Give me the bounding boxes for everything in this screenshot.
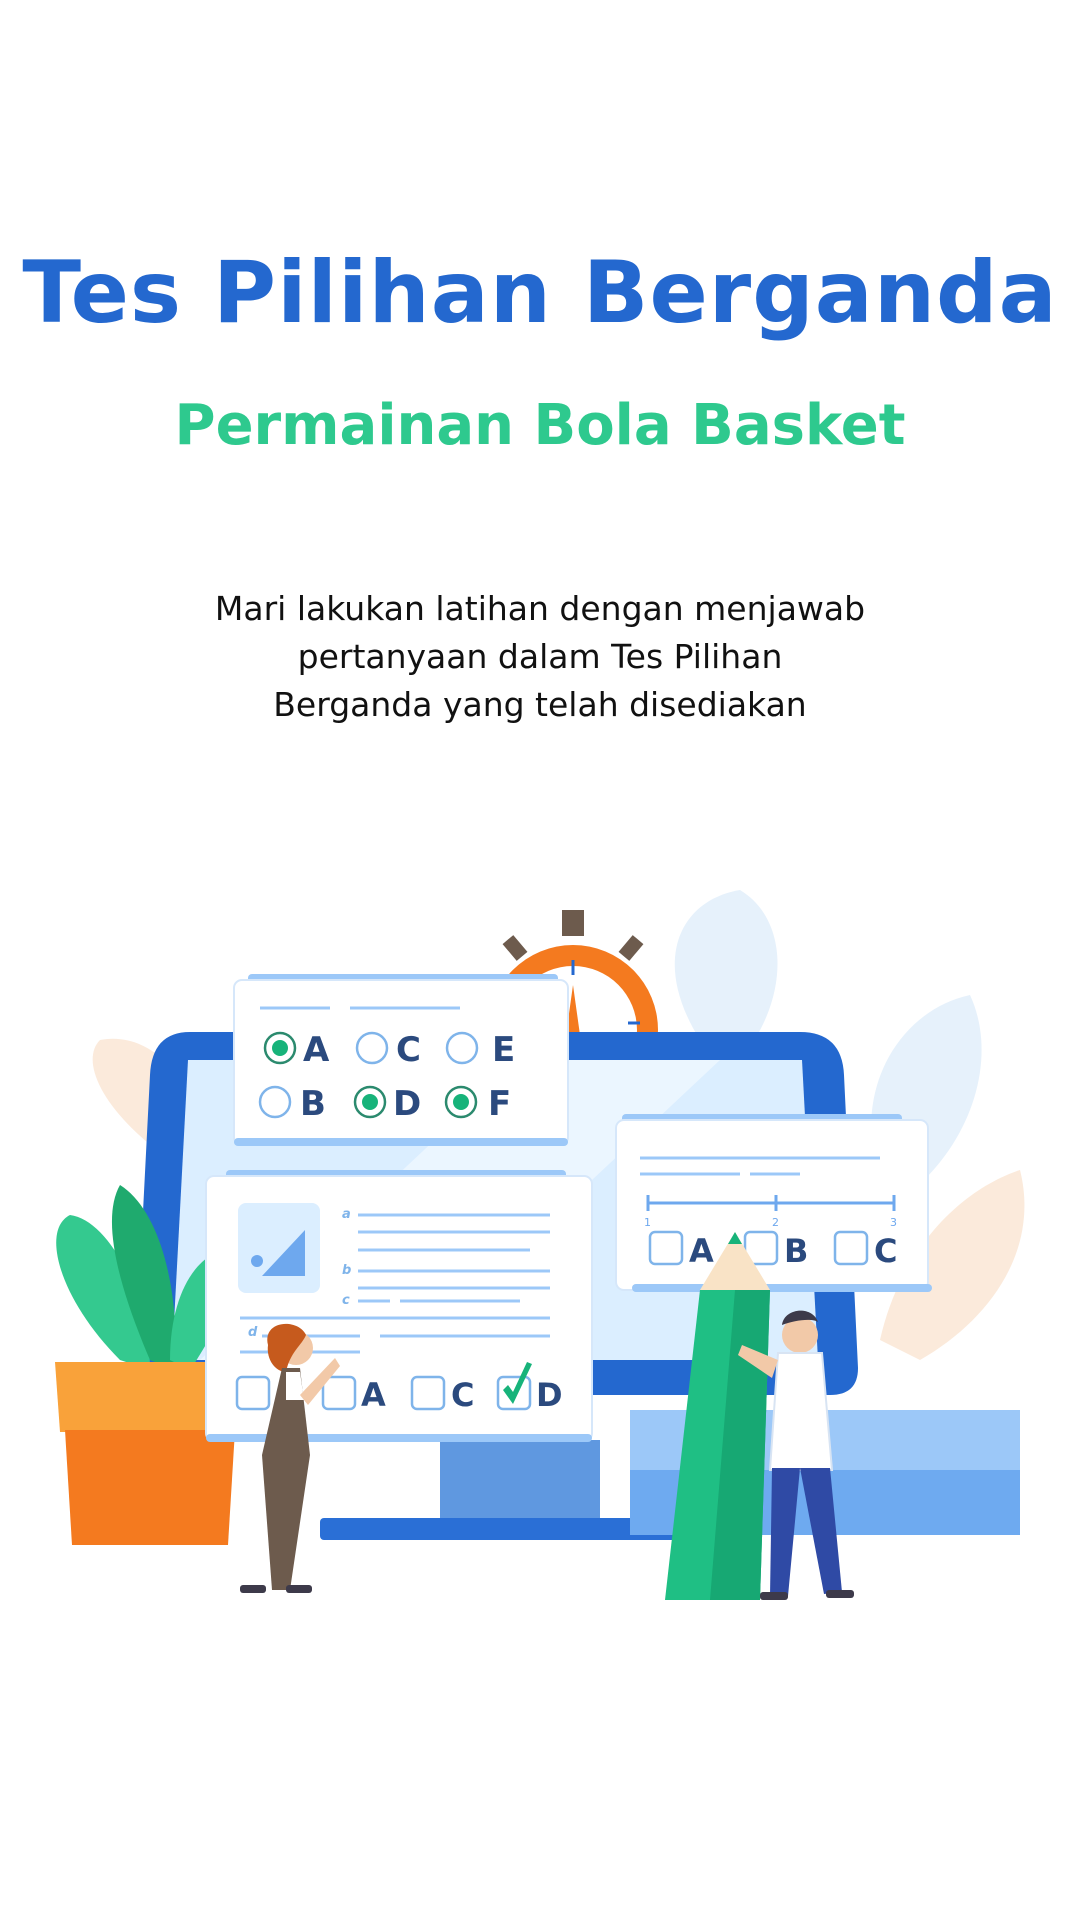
image-placeholder-icon: [238, 1203, 320, 1293]
radio-label-a: A: [303, 1030, 330, 1070]
intro-line-2: pertanyaan dalam Tes Pilihan: [297, 637, 783, 676]
row-label-a: a: [342, 1207, 351, 1222]
intro-line-1: Mari lakukan latihan dengan menjawab: [214, 589, 866, 628]
right-label-a: A: [689, 1232, 714, 1270]
right-label-c: C: [874, 1232, 897, 1270]
checkbox-blank[interactable]: [235, 1375, 271, 1411]
intro-screen: Tes Pilihan Berganda Permainan Bola Bask…: [0, 0, 1080, 1920]
radio-label-b: B: [300, 1084, 326, 1124]
intro-description: Mari lakukan latihan dengan menjawab per…: [190, 585, 890, 729]
page-title: Tes Pilihan Berganda: [22, 243, 1058, 343]
page-subtitle: Permainan Bola Basket: [174, 393, 906, 458]
radio-label-e: E: [492, 1030, 515, 1070]
scale-label-1: 1: [644, 1216, 651, 1229]
quiz-illustration: A C E B D F a b c d A C D 1 2 3 A B C: [55, 890, 1025, 1600]
radio-label-c: C: [396, 1030, 421, 1070]
right-card: 1 2 3 A B C: [615, 1114, 932, 1292]
checkbox-label-c: C: [451, 1376, 474, 1414]
row-label-d: d: [248, 1325, 258, 1340]
scale-label-2: 2: [772, 1216, 779, 1229]
radio-card: A C E B D F: [233, 974, 569, 1146]
right-label-b: B: [784, 1232, 808, 1270]
row-label-b: b: [342, 1263, 351, 1278]
scale-label-3: 3: [890, 1216, 897, 1229]
text-card: a b c d A C D: [205, 1170, 593, 1442]
checkbox-label-a: A: [361, 1376, 386, 1414]
row-label-c: c: [342, 1293, 350, 1308]
checkbox-option-c[interactable]: C: [410, 1375, 474, 1414]
checkbox-label-d: D: [536, 1376, 563, 1414]
checkbox-option-a[interactable]: A: [321, 1375, 386, 1414]
radio-label-f: F: [488, 1084, 511, 1124]
intro-line-3: Berganda yang telah disediakan: [273, 685, 807, 724]
radio-label-d: D: [393, 1084, 421, 1124]
